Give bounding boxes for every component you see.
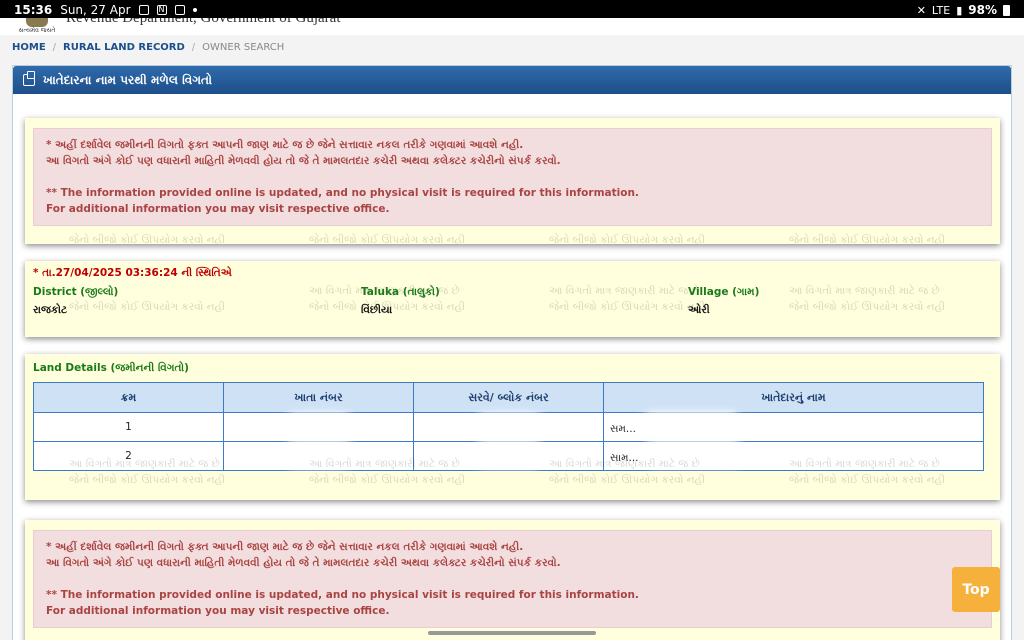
watermark-text: જેનો બીજો કોઈ ઊપયોગ કરવો નહી <box>69 474 226 486</box>
breadcrumb-separator: / <box>52 42 57 53</box>
watermark-text: આ વિગતો માત્ર જાણકારી માટે જ છે <box>549 285 700 297</box>
home-gesture-bar[interactable] <box>428 631 596 635</box>
battery-icon <box>1003 4 1010 16</box>
notice-line-2: આ વિગતો અંગે કોઈ પણ વધારાની માહિતી મેળવવ… <box>46 155 561 167</box>
row-serial: 1 <box>33 412 224 442</box>
redacted-account-number <box>223 412 414 442</box>
notice-box: * અહીં દર્શાવેલ જમીનની વિગતો ફક્ત આપની જ… <box>33 530 992 628</box>
watermark-text: જેનો બીજો કોઈ ઊપયોગ કરવો નહી <box>309 234 466 244</box>
village-value: ઓરી <box>688 304 710 316</box>
status-timestamp: * તા.27/04/2025 03:36:24 ની સ્થિતિએ <box>33 267 232 279</box>
location-card: * તા.27/04/2025 03:36:24 ની સ્થિતિએ આ વિ… <box>25 261 1000 337</box>
watermark-text: જેનો બીજો કોઈ ઊપયોગ કરવો નહી <box>549 234 706 244</box>
table-header-row: ક્રમ ખાતા નંબર સરવે/ બ્લોક નંબર ખાતેદારન… <box>33 382 984 413</box>
redacted-account-number <box>223 441 414 471</box>
signal-icon: ▮ <box>956 3 963 17</box>
column-survey-block-number: સરવે/ બ્લોક નંબર <box>413 382 604 413</box>
notice-line-1: * અહીં દર્શાવેલ જમીનની વિગતો ફક્ત આપની જ… <box>46 139 524 151</box>
notice-line-3: ** The information provided online is up… <box>46 187 639 199</box>
row-owner-name: સમ... <box>603 412 984 442</box>
column-owner-name: ખાતેદારનું નામ <box>603 382 984 413</box>
notice-card: * અહીં દર્શાવેલ જમીનની વિગતો ફક્ત આપની જ… <box>25 118 1000 244</box>
copy-icon <box>23 71 35 86</box>
watermark-text: આ વિગતો માત્ર જાણકારી માટે જ છે <box>789 285 940 297</box>
watermark-text: જેનો બીજો કોઈ ઊપયોગ કરવો નહી <box>69 301 226 313</box>
row-serial: 2 <box>33 441 224 471</box>
notice-line-1: * અહીં દર્શાવેલ જમીનની વિગતો ફક્ત આપની જ… <box>46 541 524 553</box>
breadcrumb-rural-land-record[interactable]: RURAL LAND RECORD <box>63 42 185 53</box>
notice-line-4: For additional information you may visit… <box>46 203 390 215</box>
notice-box: * અહીં દર્શાવેલ જમીનની વિગતો ફક્ત આપની જ… <box>33 128 992 226</box>
window-icon <box>174 5 185 15</box>
gallery-icon <box>138 5 149 15</box>
district-value: રાજકોટ <box>33 304 68 316</box>
site-header: સત્યમેવ જયતે Revenue Department, Governm… <box>0 18 1024 35</box>
watermark-text: જેનો બીજો કોઈ ઊપયોગ કરવો નહી <box>789 234 946 244</box>
table-row: 1 સમ... <box>33 412 984 442</box>
battery-percent: 98% <box>968 3 997 17</box>
village-label: Village (ગામ) <box>688 286 760 298</box>
notice-line-3: ** The information provided online is up… <box>46 589 639 601</box>
table-row: 2 સામ... <box>33 441 984 471</box>
breadcrumb: HOME / RURAL LAND RECORD / OWNER SEARCH <box>12 42 284 53</box>
panel-title: ખાતેદારના નામ પરથી મળેલ વિગતો <box>43 72 212 87</box>
notice-line-4: For additional information you may visit… <box>46 605 390 617</box>
watermark-text: જેનો બીજો કોઈ ઊપયોગ કરવો નહી <box>789 301 946 313</box>
watermark-text: જેનો બીજો કોઈ ઊપયોગ કરવો નહી <box>789 474 946 486</box>
taluka-value: વિંછીયા <box>361 304 393 316</box>
notification-n-icon: N <box>156 5 167 15</box>
status-time: 15:36 <box>14 3 53 17</box>
watermark-text: જેનો બીજો કોઈ ઊપયોગ કરવો નહી <box>309 474 466 486</box>
state-emblem-logo: સત્યમેવ જયતે <box>18 18 56 35</box>
land-details-table: ક્રમ ખાતા નંબર સરવે/ બ્લોક નંબર ખાતેદારન… <box>33 382 984 471</box>
district-label: District (જીલ્લો) <box>33 286 119 298</box>
breadcrumb-separator: / <box>191 42 196 53</box>
panel-header: ખાતેદારના નામ પરથી મળેલ વિગતો <box>13 66 1011 94</box>
more-notifications-icon <box>192 8 197 12</box>
watermark-text: જેનો બીજો કોઈ ઊપયોગ કરવો નહી <box>69 234 226 244</box>
scroll-top-button[interactable]: Top <box>952 567 1000 612</box>
mute-icon: ✕ <box>916 3 926 17</box>
network-label: LTE <box>931 3 951 17</box>
land-details-card: Land Details (જમીનની વિગતો) ક્રમ ખાતા નં… <box>25 354 1000 500</box>
status-bar: 15:36 Sun, 27 Apr N ✕ LTE ▮ 98% <box>0 0 1024 20</box>
watermark-text: જેનો બીજો કોઈ ઊપયોગ કરવો નહી <box>549 474 706 486</box>
land-details-title: Land Details (જમીનની વિગતો) <box>33 362 189 374</box>
status-date: Sun, 27 Apr <box>60 3 131 17</box>
redacted-survey-number[interactable] <box>413 441 604 471</box>
redacted-survey-number[interactable] <box>413 412 604 442</box>
results-panel: ખાતેદારના નામ પરથી મળેલ વિગતો * અહીં દર્… <box>12 65 1012 640</box>
taluka-label: Taluka (તાલુકો) <box>361 286 440 298</box>
row-owner-name: સામ... <box>603 441 984 471</box>
breadcrumb-home[interactable]: HOME <box>12 42 46 53</box>
notice-line-2: આ વિગતો અંગે કોઈ પણ વધારાની માહિતી મેળવવ… <box>46 557 561 569</box>
notice-card-bottom: * અહીં દર્શાવેલ જમીનની વિગતો ફક્ત આપની જ… <box>25 520 1000 640</box>
column-account-number: ખાતા નંબર <box>223 382 414 413</box>
breadcrumb-owner-search: OWNER SEARCH <box>202 42 285 53</box>
column-serial: ક્રમ <box>33 382 224 413</box>
watermark-text: જેનો બીજો કોઈ ઊપયોગ કરવો નહી <box>549 301 706 313</box>
department-title: Revenue Department, Government of Gujara… <box>66 18 341 26</box>
